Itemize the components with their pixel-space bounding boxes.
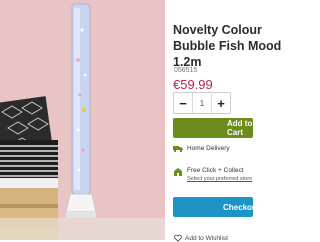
- quantity-increase-button[interactable]: +: [212, 93, 230, 113]
- add-to-cart-button[interactable]: Add to Cart: [173, 118, 253, 138]
- add-to-wishlist-label: Add to Wishlist: [185, 234, 228, 242]
- quantity-decrease-button[interactable]: −: [174, 93, 192, 113]
- product-photo-illustration: [0, 0, 165, 240]
- product-title: Novelty Colour Bubble Fish Mood 1.2m: [173, 23, 282, 69]
- heart-icon: [174, 234, 182, 242]
- product-image[interactable]: [0, 0, 165, 240]
- checkout-label: Checkout: [223, 202, 260, 212]
- click-collect-option: Free Click + Collect Select your preferr…: [173, 167, 252, 183]
- quantity-stepper: − 1 +: [173, 92, 231, 114]
- add-to-wishlist-link[interactable]: Add to Wishlist: [174, 234, 228, 242]
- click-collect-label: Free Click + Collect: [187, 167, 244, 174]
- truck-icon: [173, 146, 183, 153]
- store-icon: [174, 168, 182, 176]
- product-price: €59.99: [173, 77, 213, 92]
- home-delivery-label: Home Delivery: [187, 145, 230, 152]
- quantity-input[interactable]: 1: [192, 93, 212, 113]
- checkout-button[interactable]: Checkout: [173, 197, 259, 217]
- add-to-cart-label: Add to Cart: [227, 119, 253, 137]
- home-delivery-option: Home Delivery: [173, 145, 230, 153]
- product-sku: 056515: [174, 67, 198, 74]
- select-store-link[interactable]: Select your preferred store: [187, 175, 252, 183]
